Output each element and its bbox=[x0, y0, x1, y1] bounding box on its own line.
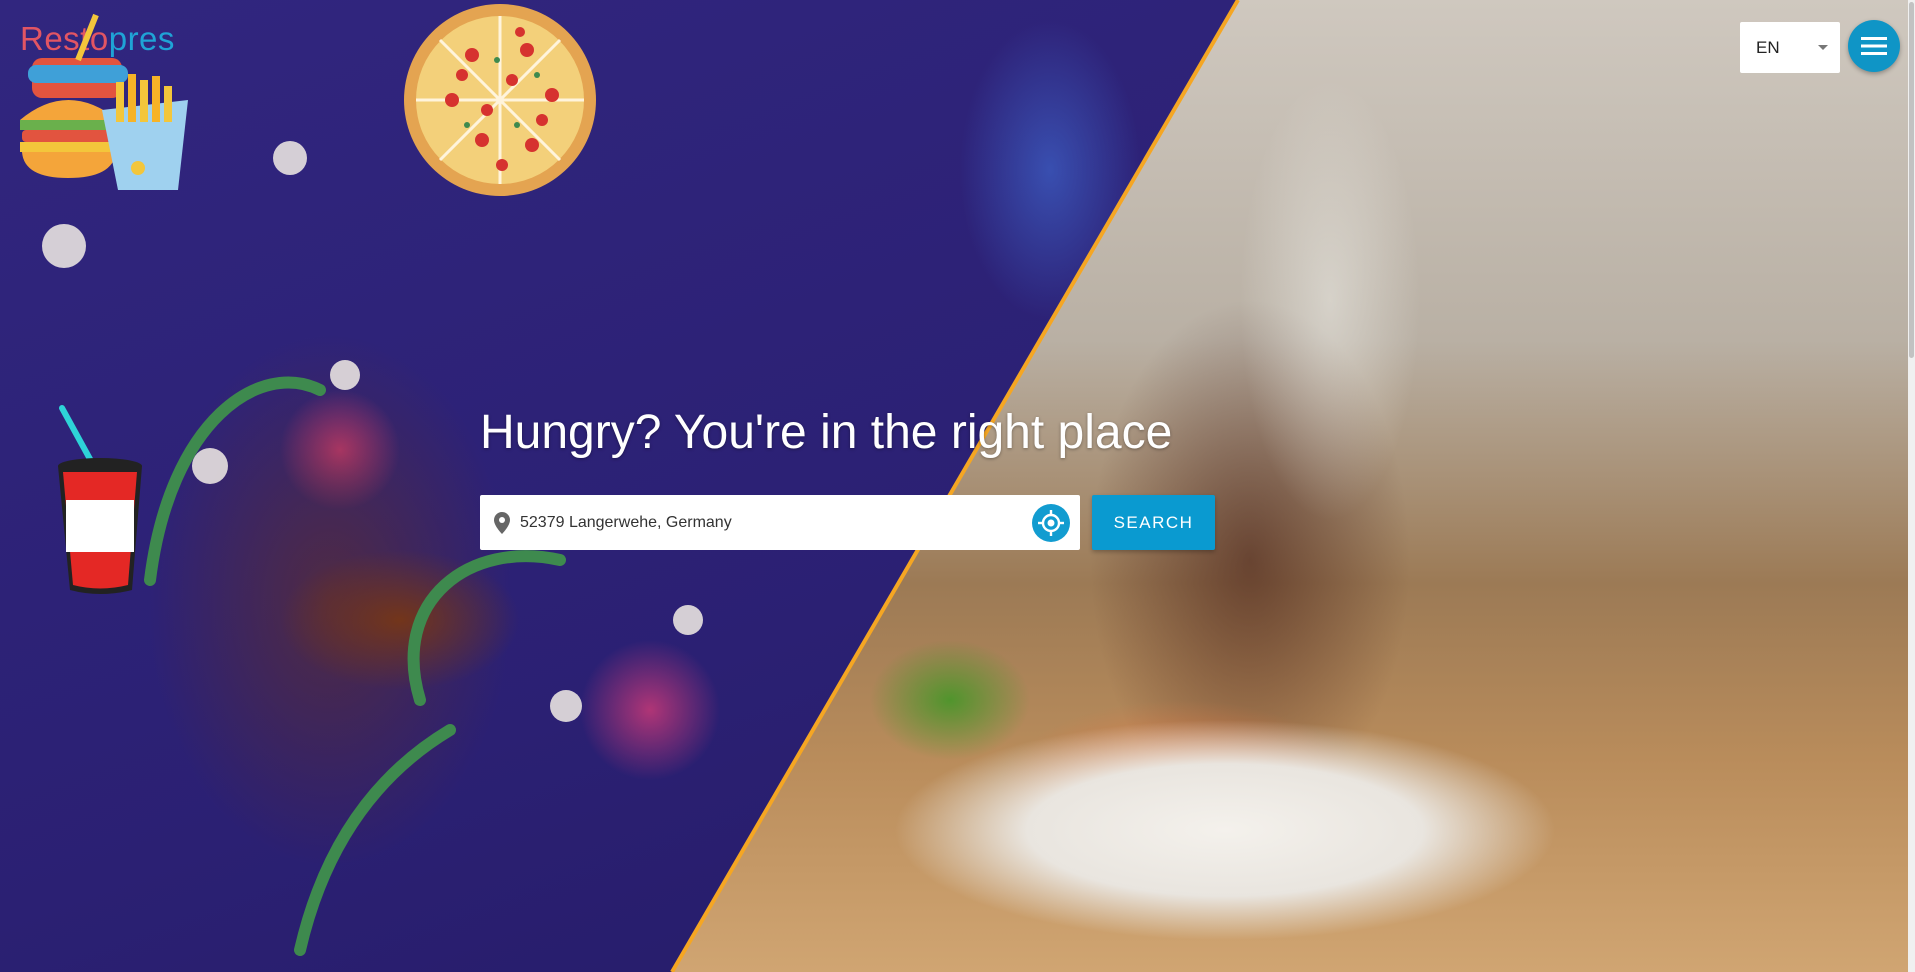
scrollbar-thumb[interactable] bbox=[1909, 2, 1914, 358]
location-search-box bbox=[480, 495, 1080, 550]
language-selected-value: EN bbox=[1756, 37, 1780, 57]
search-button[interactable]: SEARCH bbox=[1092, 495, 1215, 550]
pizza-icon bbox=[404, 4, 596, 196]
hamburger-menu-icon bbox=[1861, 37, 1887, 55]
menu-button[interactable] bbox=[1848, 20, 1900, 72]
gps-locate-icon bbox=[1038, 510, 1064, 536]
dropdown-caret-icon bbox=[1818, 45, 1828, 50]
page-scrollbar[interactable] bbox=[1908, 0, 1915, 972]
language-select[interactable]: EN bbox=[1740, 22, 1840, 73]
map-pin-icon bbox=[494, 512, 510, 534]
locate-me-button[interactable] bbox=[1032, 504, 1070, 542]
burger-fries-icon bbox=[20, 13, 188, 190]
location-input[interactable] bbox=[520, 495, 1020, 550]
hero-title: Hungry? You're in the right place bbox=[480, 406, 1173, 459]
soda-cup-icon bbox=[58, 405, 142, 594]
